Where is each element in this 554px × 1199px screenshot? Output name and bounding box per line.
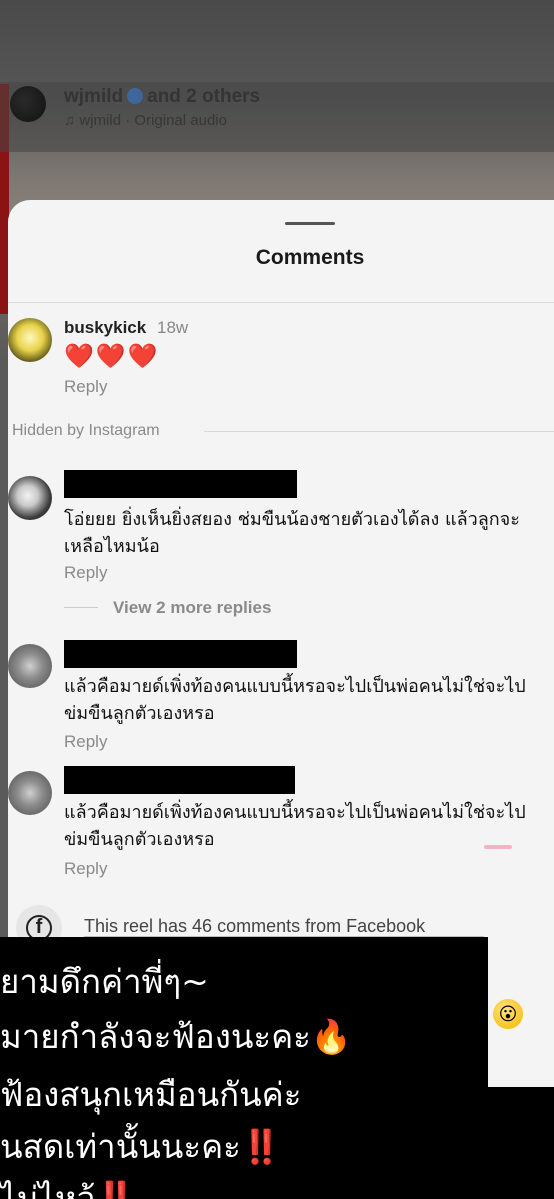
divider: [8, 302, 554, 303]
redacted-username: [64, 766, 295, 794]
avatar[interactable]: [8, 318, 52, 362]
story-text: ไม่ไหว้: [0, 1179, 96, 1199]
comment-text: โอ่ยยย ยิ่งเห็นยิ่งสยอง ช่มขืนน้องชายตัว…: [64, 509, 520, 557]
comment-input-area: [488, 968, 554, 1088]
story-text: มายกำลังจะฟ้องนะคะ: [0, 1017, 311, 1056]
story-text-line: นสดเท่านั้นนะคะ‼️: [0, 1120, 282, 1173]
story-text-line: ยามดึกค่าพี่ๆ~: [0, 962, 209, 1001]
sheet-drag-handle[interactable]: [285, 222, 335, 225]
story-text-line: ไม่ไหว้‼️: [0, 1172, 136, 1199]
redacted-username: [64, 470, 297, 498]
reel-username[interactable]: wjmild: [64, 86, 123, 107]
reply-button[interactable]: Reply: [64, 563, 107, 583]
reply-button[interactable]: Reply: [64, 377, 107, 397]
divider: [204, 431, 554, 432]
hidden-by-instagram-label[interactable]: Hidden by Instagram: [12, 422, 160, 440]
verified-badge-icon: [127, 88, 144, 104]
reel-author-avatar[interactable]: [10, 86, 46, 122]
music-note-icon: ♫: [64, 112, 80, 129]
reply-button[interactable]: Reply: [64, 732, 107, 752]
story-text: นสดเท่านั้นนะคะ: [0, 1127, 241, 1166]
surprised-emoji-button[interactable]: 😮: [493, 999, 523, 1029]
reply-button[interactable]: Reply: [64, 859, 107, 879]
divider: [64, 607, 98, 608]
story-text-line: ฟ้องสนุกเหมือนกันค่ะ: [0, 1075, 302, 1114]
view-more-replies-button[interactable]: View 2 more replies: [113, 598, 271, 618]
reel-audio-label: wjmild · Original audio: [79, 112, 227, 129]
avatar[interactable]: [8, 476, 52, 520]
comment-username[interactable]: buskykick: [64, 318, 146, 338]
comment-text: ❤️❤️❤️: [64, 343, 160, 370]
decorative-mark: [484, 845, 512, 849]
double-exclamation-icon: ‼️: [240, 1127, 282, 1166]
reel-author[interactable]: wjmild and 2 others: [64, 86, 260, 108]
comment-text: แล้วคือมายด์เพิ่งท้องคนแบบนี้หรอจะไปเป็น…: [64, 802, 526, 850]
fire-icon: 🔥: [310, 1017, 352, 1056]
avatar[interactable]: [8, 644, 52, 688]
comment-time: 18w: [157, 318, 189, 337]
story-text-line: มายกำลังจะฟ้องนะคะ🔥: [0, 1010, 352, 1063]
avatar[interactable]: [8, 771, 52, 815]
reel-audio[interactable]: ♫ wjmild · Original audio: [64, 112, 227, 129]
redacted-username: [64, 640, 297, 668]
reel-and-others[interactable]: and 2 others: [147, 86, 260, 107]
comment-text: แล้วคือมายด์เพิ่งท้องคนแบบนี้หรอจะไปเป็น…: [64, 676, 526, 724]
facebook-comments-note[interactable]: This reel has 46 comments from Facebook: [84, 916, 425, 937]
double-exclamation-icon: ‼️: [95, 1179, 137, 1199]
sheet-title: Comments: [255, 246, 365, 269]
